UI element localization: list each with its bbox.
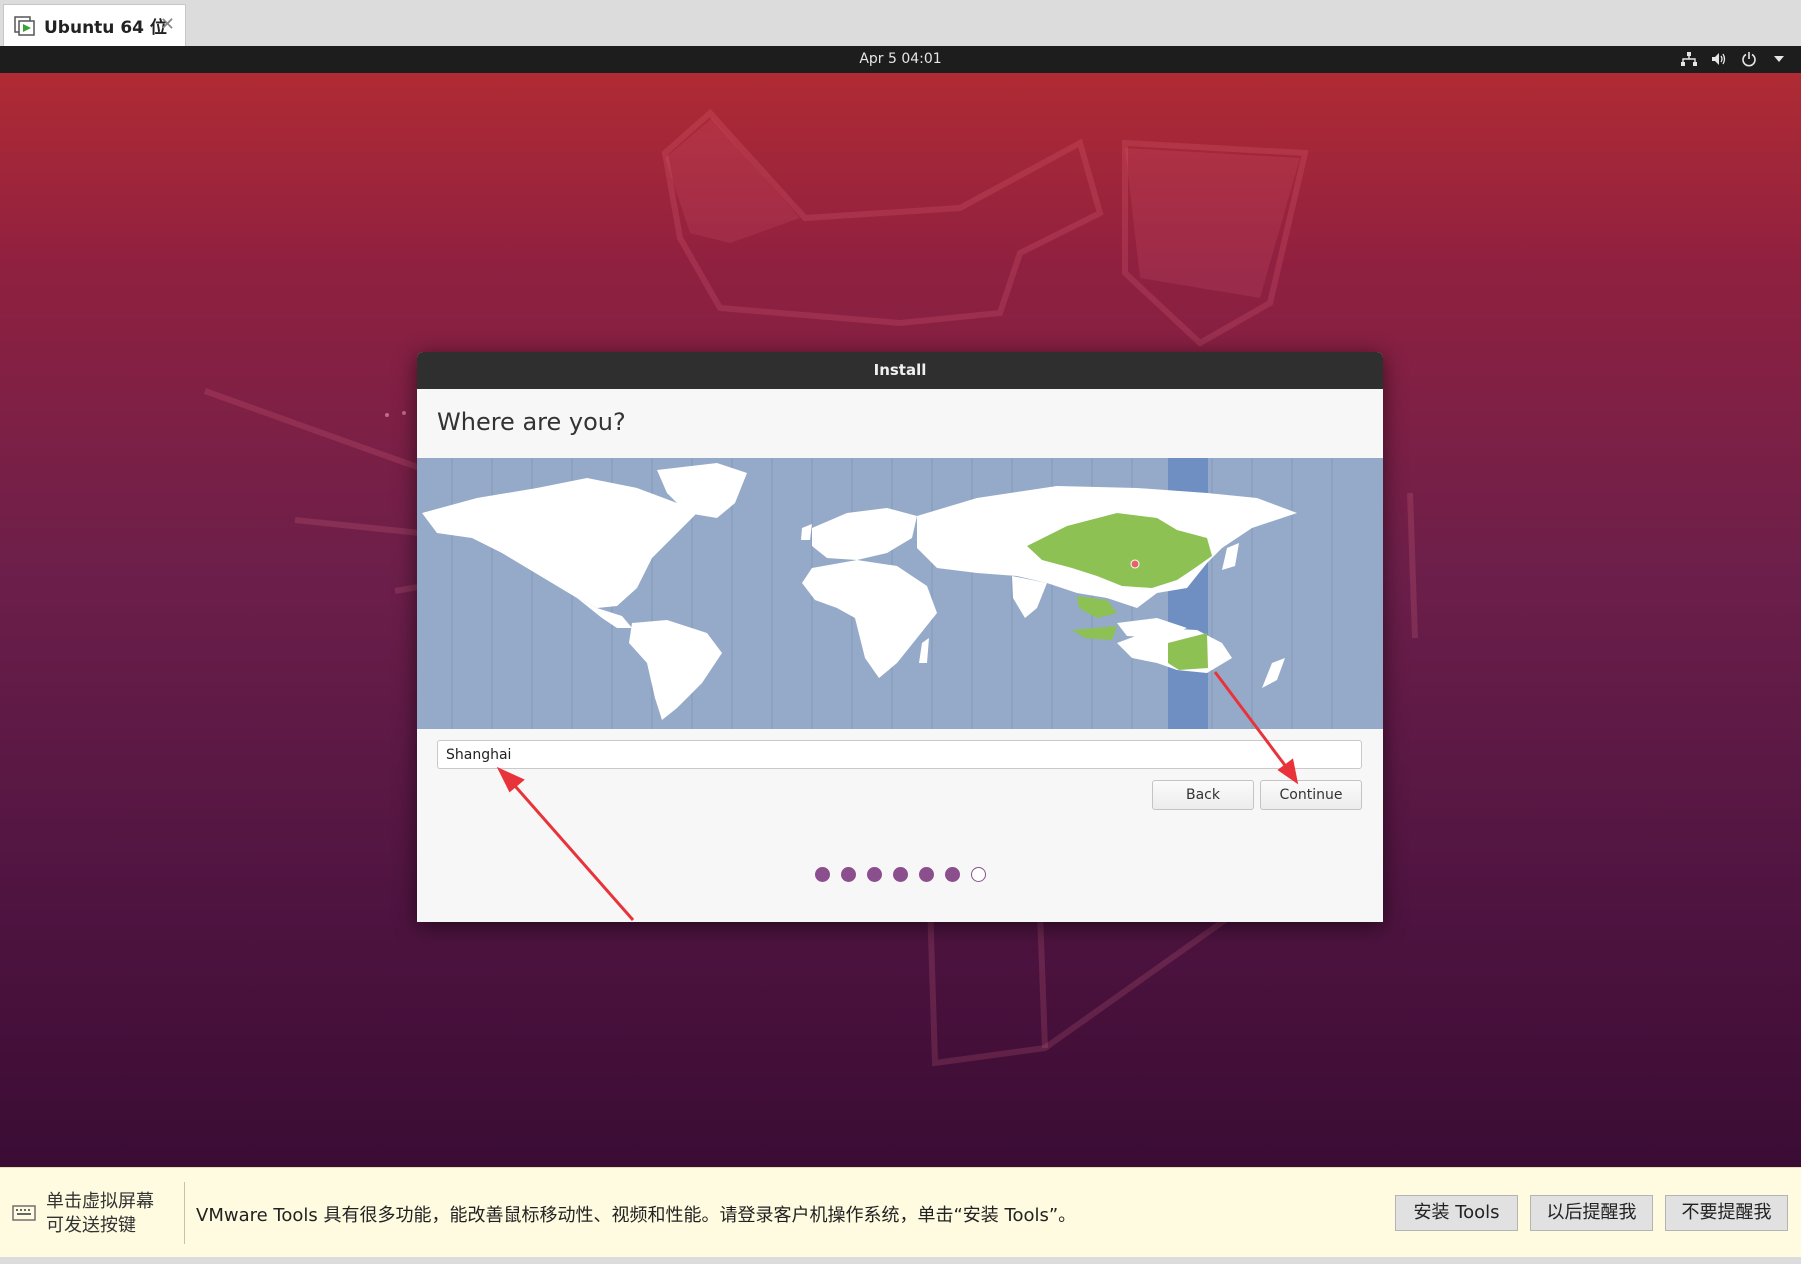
- volume-icon[interactable]: [1709, 50, 1729, 68]
- progress-dot-current: [970, 867, 986, 882]
- dialog-title: Install: [417, 352, 1383, 389]
- install-dialog: Install Where are you? Shanghai Back Con…: [417, 352, 1383, 922]
- back-button[interactable]: Back: [1152, 780, 1254, 810]
- install-tools-button[interactable]: 安装 Tools: [1395, 1195, 1518, 1231]
- window-bottom-edge: [0, 1257, 1801, 1264]
- progress-dot-2: [840, 867, 856, 882]
- timezone-search-input[interactable]: [437, 740, 1362, 769]
- system-tray[interactable]: [1679, 50, 1789, 68]
- progress-dot-4: [892, 867, 908, 882]
- continue-button[interactable]: Continue: [1260, 780, 1362, 810]
- vmware-tools-banner: 单击虚拟屏幕 可发送按键 VMware Tools 具有很多功能，能改善鼠标移动…: [0, 1167, 1801, 1258]
- progress-dot-1: [814, 867, 830, 882]
- progress-dot-3: [866, 867, 882, 882]
- chevron-down-icon[interactable]: [1769, 50, 1789, 68]
- hint-line-1: 单击虚拟屏幕: [46, 1191, 154, 1212]
- close-icon[interactable]: ✕: [160, 15, 175, 35]
- tools-message: VMware Tools 具有很多功能，能改善鼠标移动性、视频和性能。请登录客户…: [196, 1205, 1077, 1226]
- timezone-map[interactable]: [417, 458, 1383, 729]
- remind-later-button[interactable]: 以后提醒我: [1530, 1195, 1653, 1231]
- progress-dot-6: [944, 867, 960, 882]
- never-remind-button[interactable]: 不要提醒我: [1665, 1195, 1788, 1231]
- power-icon[interactable]: [1739, 50, 1759, 68]
- progress-dot-5: [918, 867, 934, 882]
- ubuntu-top-bar: Apr 5 04:01: [0, 46, 1801, 73]
- vm-tab[interactable]: Ubuntu 64 位 ✕: [3, 4, 186, 46]
- divider: [184, 1182, 185, 1244]
- vm-tab-title: Ubuntu 64 位: [44, 18, 167, 38]
- vmware-tabbar: Ubuntu 64 位 ✕: [0, 0, 1801, 47]
- clock[interactable]: Apr 5 04:01: [0, 51, 1801, 67]
- keyboard-icon: [12, 1205, 36, 1221]
- page-title: Where are you?: [437, 408, 626, 436]
- vm-play-icon: [14, 15, 35, 36]
- network-icon[interactable]: [1679, 50, 1699, 68]
- progress-dots: [417, 867, 1383, 882]
- click-screen-hint: 单击虚拟屏幕 可发送按键: [46, 1190, 154, 1238]
- hint-line-2: 可发送按键: [46, 1215, 136, 1236]
